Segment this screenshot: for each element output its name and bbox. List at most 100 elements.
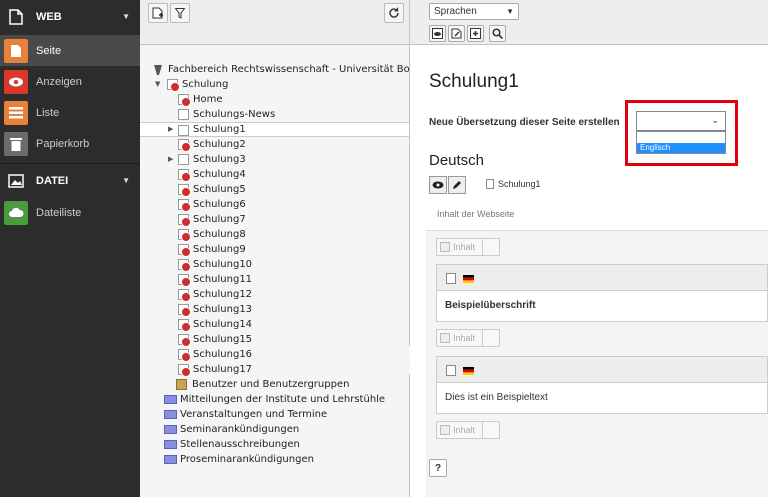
module-group-datei[interactable]: DATEI ▼ — [0, 164, 140, 197]
expand-icon[interactable]: ▶ — [168, 152, 173, 167]
tree-node-label: Schulung5 — [193, 184, 246, 195]
module-item-papierkorb[interactable]: Papierkorb — [0, 128, 140, 159]
tree-node[interactable]: Schulung5 — [140, 182, 409, 197]
tree-node-folder[interactable]: Proseminarankündigungen — [140, 452, 409, 467]
module-group-web[interactable]: WEB ▼ — [0, 0, 140, 33]
list-icon — [4, 100, 28, 125]
tree-node[interactable]: Schulung11 — [140, 272, 409, 287]
tree-node[interactable]: Schulung9 — [140, 242, 409, 257]
collapse-icon[interactable]: ▼ — [155, 77, 160, 92]
page-hidden-icon — [178, 259, 191, 272]
content-element[interactable]: Beispielüberschrift — [436, 264, 768, 322]
content-element-body: Beispielüberschrift — [445, 300, 536, 311]
tree-node-label: Veranstaltungen und Termine — [180, 409, 328, 420]
search-button[interactable] — [489, 25, 506, 42]
inhalt-button[interactable]: Inhalt — [436, 329, 483, 347]
tree-node-label: Schulung8 — [193, 229, 246, 240]
caret-down-icon: ▼ — [122, 176, 130, 185]
inhalt-button[interactable]: Inhalt — [436, 421, 483, 439]
search-icon — [492, 28, 503, 39]
tree-node[interactable]: Schulung4 — [140, 167, 409, 182]
caret-down-icon: ▼ — [122, 12, 130, 21]
tree-node-label: Schulung4 — [193, 169, 246, 180]
tree-node-label: Schulung12 — [193, 289, 253, 300]
page-hidden-icon — [167, 79, 180, 92]
content-element[interactable]: Dies ist ein Beispieltext — [436, 356, 768, 414]
tree-node-folder[interactable]: Veranstaltungen und Termine — [140, 407, 409, 422]
page-hidden-icon — [178, 334, 191, 347]
module-item-label: Liste — [36, 106, 60, 119]
paste-button[interactable] — [482, 329, 500, 347]
module-item-liste[interactable]: Liste — [0, 97, 140, 128]
filter-button[interactable] — [170, 3, 190, 23]
tree-node-label: Schulung17 — [193, 364, 253, 375]
refresh-button[interactable] — [384, 3, 404, 23]
view-button[interactable] — [429, 176, 447, 194]
module-item-seite[interactable]: Seite — [0, 35, 140, 66]
language-select[interactable]: Sprachen ▼ — [429, 3, 519, 20]
tree-node[interactable]: Schulung15 — [140, 332, 409, 347]
tree-node[interactable]: Schulung8 — [140, 227, 409, 242]
tree-node-label: Stellenausschreibungen — [180, 439, 300, 450]
flag-de-icon — [463, 275, 474, 283]
tree-node-label: Home — [193, 94, 223, 105]
tree-node-label: Schulung10 — [193, 259, 253, 270]
page-hidden-icon — [178, 319, 191, 332]
tree-node-label: Schulung16 — [193, 349, 253, 360]
page-icon — [178, 109, 189, 120]
page-hidden-icon — [178, 139, 191, 152]
tree-node[interactable]: Home — [140, 92, 409, 107]
tree-node-folder[interactable]: Stellenausschreibungen — [140, 437, 409, 452]
new-content-element-button[interactable]: Inhalt — [436, 238, 500, 256]
content-element-header — [437, 265, 767, 291]
tree-node[interactable]: Schulung13 — [140, 302, 409, 317]
module-item-dateiliste[interactable]: Dateiliste — [0, 197, 140, 228]
tree-node-users[interactable]: Benutzer und Benutzergruppen — [140, 377, 409, 392]
page-hidden-icon — [178, 214, 191, 227]
tree-node-label: Schulung6 — [193, 199, 246, 210]
edit-page-button[interactable] — [448, 25, 465, 42]
expand-icon[interactable]: ▶ — [168, 123, 173, 136]
tree-node-folder[interactable]: Seminarankündigungen — [140, 422, 409, 437]
tree-node[interactable]: Schulung14 — [140, 317, 409, 332]
help-button[interactable]: ? — [429, 459, 447, 477]
tree-node[interactable]: Schulung10 — [140, 257, 409, 272]
view-page-button[interactable] — [429, 25, 446, 42]
tree-node[interactable]: Schulung16 — [140, 347, 409, 362]
inhalt-button[interactable]: Inhalt — [436, 238, 483, 256]
tree-node-schulung[interactable]: ▼ Schulung — [140, 77, 409, 92]
content-element-header — [437, 357, 767, 383]
new-content-element-button[interactable]: Inhalt — [436, 421, 500, 439]
tree-toolbar — [140, 0, 409, 45]
edit-button[interactable] — [448, 176, 466, 194]
select-checkbox[interactable] — [446, 365, 456, 376]
paste-button[interactable] — [482, 421, 500, 439]
page-tree-panel: Fachbereich Rechtswissenschaft - Univers… — [140, 0, 422, 497]
tree-node[interactable]: Schulung12 — [140, 287, 409, 302]
tree-node-label: Benutzer und Benutzergruppen — [192, 379, 350, 390]
page-hidden-icon — [178, 229, 191, 242]
tree-node[interactable]: ▶ Schulung3 — [140, 152, 409, 167]
new-content-element-button[interactable]: Inhalt — [436, 329, 500, 347]
tree-node[interactable]: Schulung7 — [140, 212, 409, 227]
page-icon — [178, 125, 189, 136]
tree-node[interactable]: Schulung2 — [140, 137, 409, 152]
select-checkbox[interactable] — [446, 273, 456, 284]
new-page-button[interactable] — [148, 3, 168, 23]
tree-node[interactable]: Schulungs-News — [140, 107, 409, 122]
image-icon — [8, 173, 24, 189]
tree-node[interactable]: Schulung6 — [140, 197, 409, 212]
tree-root[interactable]: Fachbereich Rechtswissenschaft - Univers… — [140, 62, 422, 77]
content-element-body: Dies ist ein Beispieltext — [445, 392, 548, 403]
page-hidden-icon — [178, 169, 191, 182]
paste-button[interactable] — [482, 238, 500, 256]
new-content-button[interactable] — [467, 25, 484, 42]
chevron-down-icon: ▼ — [506, 7, 514, 16]
tree-node[interactable]: Schulung17 — [140, 362, 409, 377]
language-select-value: Sprachen — [434, 6, 477, 17]
tree-node[interactable]: ▶ Schulung1 — [140, 122, 409, 137]
new-page-icon — [152, 7, 163, 19]
module-item-anzeigen[interactable]: Anzeigen — [0, 66, 140, 97]
module-item-label: Seite — [36, 44, 62, 57]
tree-node-folder[interactable]: Mitteilungen der Institute und Lehrstühl… — [140, 392, 409, 407]
